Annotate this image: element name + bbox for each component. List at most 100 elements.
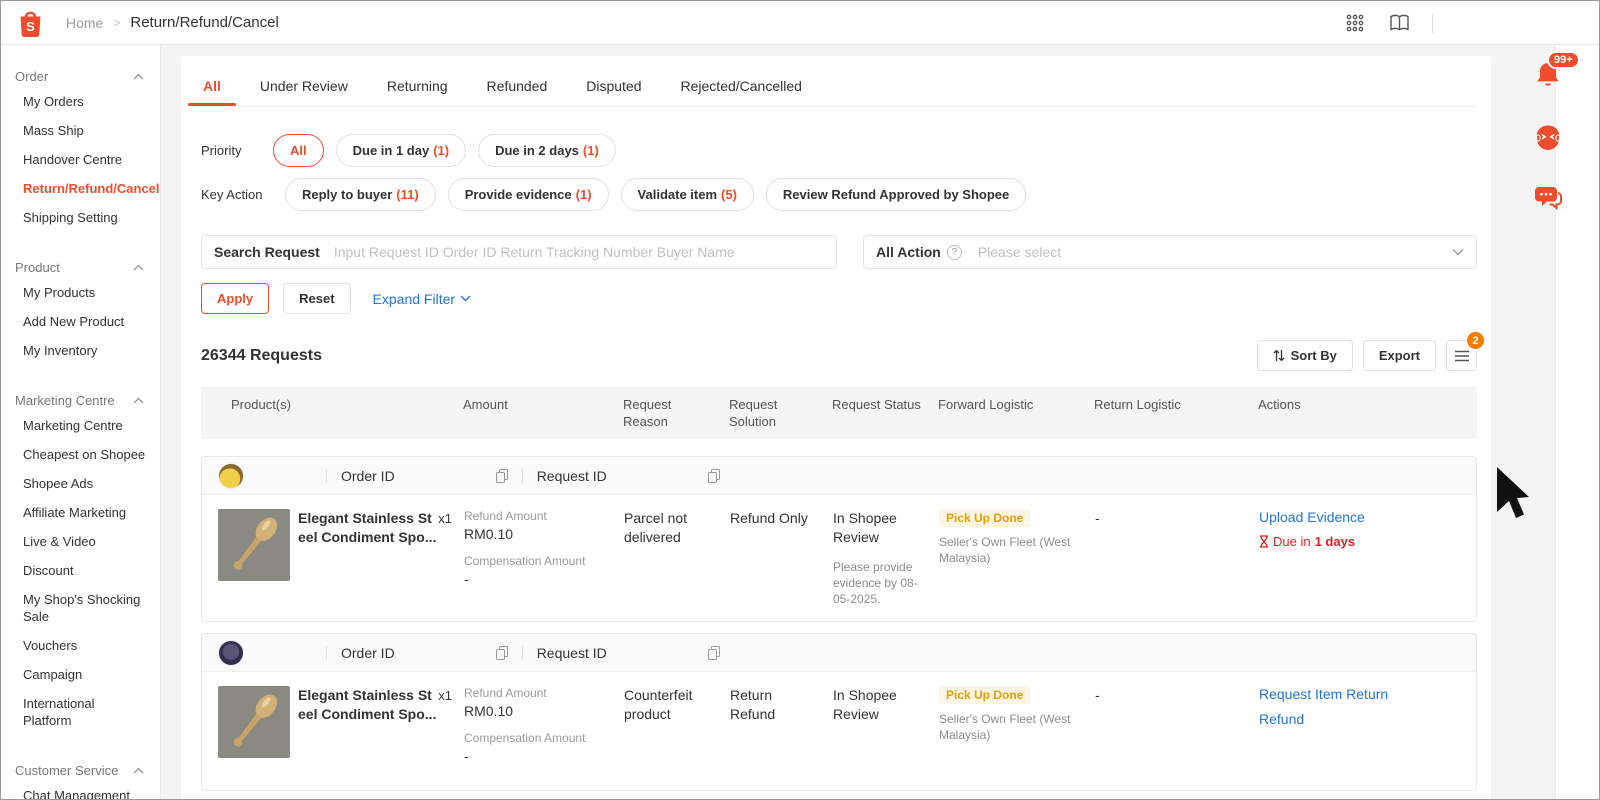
tab-returning[interactable]: Returning [385, 74, 450, 106]
col-request-reason: Request Reason [623, 397, 672, 429]
sidebar-item-chat-management[interactable]: Chat Management [1, 781, 160, 799]
product-image[interactable] [218, 509, 290, 581]
breadcrumb-current: Return/Refund/Cancel [130, 14, 279, 31]
sidebar-item-live-video[interactable]: Live & Video [1, 527, 160, 556]
pickup-status-badge: Pick Up Done [939, 509, 1031, 527]
sidebar-item-my-orders[interactable]: My Orders [1, 87, 160, 116]
apps-grid-icon[interactable] [1344, 12, 1366, 34]
tab-all[interactable]: All [188, 74, 236, 106]
topbar-divider [1432, 12, 1433, 33]
sidebar-item-shocking-sale[interactable]: My Shop's Shocking Sale [1, 585, 160, 631]
tab-rejected-cancelled[interactable]: Rejected/Cancelled [679, 74, 804, 106]
return-logistic: - [1095, 510, 1100, 526]
chat-button[interactable] [1534, 185, 1562, 214]
copy-icon[interactable] [707, 468, 720, 483]
sidebar-item-international-platform[interactable]: International Platform [1, 689, 160, 735]
priority-filter-row: Priority All Due in 1 day (1) Due in 2 d… [201, 134, 1477, 167]
product-name[interactable]: Elegant Stainless Steel Condiment Spo... [298, 509, 438, 581]
priority-pill-all[interactable]: All [273, 134, 324, 167]
sidebar-item-shipping-setting[interactable]: Shipping Setting [1, 203, 160, 232]
tab-refunded[interactable]: Refunded [485, 74, 550, 106]
product-quantity: x1 [438, 511, 452, 526]
request-card-header: Order ID Request ID [202, 457, 1476, 495]
key-action-pill-provide-evidence[interactable]: Provide evidence (1) [447, 178, 609, 211]
copy-icon[interactable] [495, 645, 508, 660]
buyer-avatar[interactable] [218, 462, 244, 489]
sidebar-item-handover-centre[interactable]: Handover Centre [1, 145, 160, 174]
status-note: Please provide evidence by 08-05-2025. [833, 560, 918, 606]
col-request-solution: Request Solution [729, 397, 778, 429]
refund-amount-label: Refund Amount [464, 686, 547, 700]
request-id-label: Request ID [536, 467, 607, 484]
divider [326, 645, 327, 660]
shopee-logo-icon[interactable]: S [17, 8, 44, 38]
customer-support-button[interactable] [1534, 124, 1562, 155]
product-image[interactable] [218, 686, 290, 758]
sidebar-item-cheapest-on-shopee[interactable]: Cheapest on Shopee [1, 440, 160, 469]
sidebar-item-my-products[interactable]: My Products [1, 278, 160, 307]
refund-amount-value: RM0.10 [464, 703, 514, 719]
sidebar-item-affiliate-marketing[interactable]: Affiliate Marketing [1, 498, 160, 527]
help-icon[interactable]: ? [946, 244, 962, 260]
notifications-button[interactable]: 99+ [1535, 51, 1580, 94]
refund-amount-label: Refund Amount [464, 509, 547, 523]
guide-book-icon[interactable] [1388, 12, 1410, 34]
pill-text: All [290, 143, 307, 158]
sidebar-item-mass-ship[interactable]: Mass Ship [1, 116, 160, 145]
list-view-button[interactable]: 2 [1446, 332, 1484, 371]
compensation-amount-label: Compensation Amount [464, 554, 586, 568]
sidebar-item-shopee-ads[interactable]: Shopee Ads [1, 469, 160, 498]
copy-icon[interactable] [707, 645, 720, 660]
upload-evidence-link[interactable]: Upload Evidence [1259, 509, 1462, 525]
list-view-icon [1454, 350, 1469, 361]
apply-button[interactable]: Apply [201, 283, 270, 314]
all-action-select[interactable]: All Action ? Please select [863, 235, 1477, 269]
pill-count: (1) [582, 143, 599, 158]
sidebar-section-customer-service[interactable]: Customer Service [1, 759, 160, 781]
all-action-label: All Action [876, 244, 941, 260]
search-input[interactable] [333, 244, 824, 260]
col-request-status: Request Status [832, 397, 921, 412]
chevron-up-icon [133, 397, 144, 403]
sidebar-item-discount[interactable]: Discount [1, 556, 160, 585]
compensation-amount-label: Compensation Amount [464, 731, 586, 745]
section-title: Order [15, 68, 49, 84]
section-title: Customer Service [15, 762, 119, 778]
request-item-return-link[interactable]: Request Item Return [1259, 686, 1462, 702]
priority-pill-due-2-days[interactable]: Due in 2 days (1) [478, 134, 616, 167]
request-solution: Refund Only [730, 510, 808, 526]
key-action-pill-validate-item[interactable]: Validate item (5) [620, 178, 754, 211]
expand-filter-link[interactable]: Expand Filter [373, 291, 471, 307]
pill-text: Due in 1 day [352, 143, 430, 158]
key-action-pill-reply-to-buyer[interactable]: Reply to buyer (11) [285, 178, 436, 211]
priority-pill-due-1-day[interactable]: Due in 1 day (1) [335, 134, 467, 167]
sidebar-section-product[interactable]: Product [1, 256, 160, 278]
key-action-pill-review-refund[interactable]: Review Refund Approved by Shopee [765, 178, 1027, 211]
sidebar-item-add-new-product[interactable]: Add New Product [1, 307, 160, 336]
export-button[interactable]: Export [1362, 340, 1436, 371]
sidebar-section-order[interactable]: Order [1, 65, 160, 87]
buyer-avatar[interactable] [218, 639, 244, 666]
refund-link[interactable]: Refund [1259, 711, 1462, 727]
reset-button[interactable]: Reset [283, 283, 351, 314]
due-indicator: Due in 1 days [1259, 534, 1462, 549]
pill-text: Validate item [637, 187, 718, 202]
sidebar-item-campaign[interactable]: Campaign [1, 660, 160, 689]
sidebar-item-my-inventory[interactable]: My Inventory [1, 336, 160, 365]
section-title: Product [15, 259, 60, 275]
main-content: All Under Review Returning Refunded Disp… [161, 45, 1599, 799]
sidebar-item-marketing-centre[interactable]: Marketing Centre [1, 411, 160, 440]
actions-cell: Request Item Return Refund [1259, 686, 1462, 727]
pill-count: (1) [575, 187, 592, 202]
breadcrumb-home[interactable]: Home [66, 15, 103, 31]
results-toolbar: 26344 Requests Sort By Export 2 [201, 332, 1484, 371]
sidebar-section-marketing-centre[interactable]: Marketing Centre [1, 389, 160, 411]
sort-by-button[interactable]: Sort By [1256, 340, 1353, 371]
sidebar-item-vouchers[interactable]: Vouchers [1, 631, 160, 660]
copy-icon[interactable] [495, 468, 508, 483]
sidebar-item-return-refund-cancel[interactable]: Return/Refund/Cancel [1, 174, 160, 203]
search-request-label: Search Request [214, 244, 320, 260]
product-name[interactable]: Elegant Stainless Steel Condiment Spo... [298, 686, 438, 758]
tab-under-review[interactable]: Under Review [258, 74, 350, 106]
tab-disputed[interactable]: Disputed [584, 74, 643, 106]
